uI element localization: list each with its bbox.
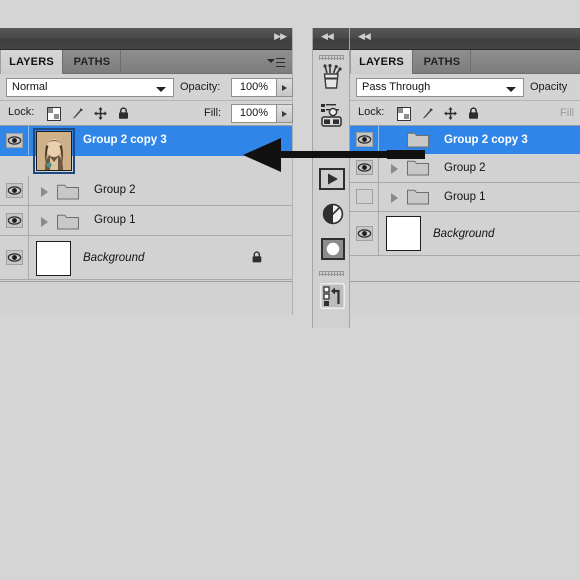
eye-icon (357, 229, 372, 238)
left-panel-titlebar[interactable]: ▶▶ (0, 28, 292, 50)
layer-thumbnail-white[interactable] (386, 216, 421, 251)
layer-thumbnail-white[interactable] (36, 241, 71, 276)
layer-name: Background (83, 252, 145, 264)
layer-thumbnail-portrait[interactable] (36, 131, 72, 171)
folder-icon (57, 214, 79, 235)
table-row[interactable]: Group 1 (0, 206, 292, 236)
chevron-down-icon (506, 87, 516, 92)
table-row[interactable]: Background (0, 236, 292, 280)
left-panel-tabbar: LAYERS PATHS (0, 50, 292, 74)
layer-name: Background (433, 228, 495, 240)
left-lock-row: Lock: Fill: 100% (0, 101, 293, 126)
eye-toggle[interactable] (356, 189, 373, 204)
layer-name: Group 1 (444, 191, 486, 203)
tab-paths-right[interactable]: PATHS (414, 50, 471, 74)
opacity-stepper-left[interactable] (277, 78, 293, 97)
blend-mode-value-right: Pass Through (362, 81, 431, 93)
right-blend-opacity-row: Pass Through Opacity (350, 74, 580, 101)
visibility-cell[interactable] (0, 176, 29, 205)
eye-toggle[interactable] (6, 133, 23, 148)
eye-icon (7, 136, 22, 145)
menu-line (276, 66, 285, 67)
visibility-cell[interactable] (0, 126, 29, 155)
screenshot-root: ▶▶ LAYERS PATHS Normal Opacity: 100% Loc… (0, 0, 580, 580)
lock-all-padlock-icon[interactable] (466, 106, 481, 121)
eye-icon (7, 186, 22, 195)
opacity-input-left[interactable]: 100% (231, 78, 277, 97)
table-row[interactable]: Group 2 (0, 176, 292, 206)
lock-label-left: Lock: (8, 106, 35, 118)
chevron-down-icon (156, 87, 166, 92)
visibility-cell[interactable] (0, 206, 29, 235)
blend-mode-select-left[interactable]: Normal (6, 78, 174, 97)
drag-grip[interactable] (319, 55, 344, 60)
tool-presets-icon[interactable] (320, 102, 344, 133)
lock-transparency-icon[interactable] (47, 107, 61, 121)
lock-label-right: Lock: (358, 106, 385, 118)
history-undo-icon[interactable] (320, 283, 345, 314)
lock-position-move-icon[interactable] (443, 106, 458, 121)
visibility-cell[interactable] (350, 212, 379, 255)
right-panel-tabbar: LAYERS PATHS (350, 50, 580, 74)
padlock-icon (250, 250, 264, 270)
folder-icon (57, 184, 79, 205)
tool-column-titlebar[interactable]: ◀◀ (313, 28, 349, 50)
visibility-cell[interactable] (350, 183, 379, 211)
layer-name: Group 1 (94, 214, 136, 226)
lock-all-padlock-icon[interactable] (116, 106, 131, 121)
fill-label-right: Fill (560, 107, 575, 119)
disclosure-triangle-icon[interactable] (41, 187, 48, 197)
table-row[interactable]: Background (350, 212, 580, 256)
eye-toggle[interactable] (6, 250, 23, 265)
fill-stepper-left[interactable] (277, 104, 293, 123)
tab-layers-left[interactable]: LAYERS (0, 50, 63, 74)
left-blend-opacity-row: Normal Opacity: 100% (0, 74, 293, 101)
menu-line (276, 62, 285, 63)
opacity-label-left: Opacity: (180, 81, 221, 93)
layer-name: Group 2 (94, 184, 136, 196)
lock-image-pixels-brush-icon[interactable] (420, 106, 435, 121)
chevron-down-icon (267, 59, 275, 63)
lock-transparency-icon[interactable] (397, 107, 411, 121)
brushes-panel-icon[interactable] (320, 64, 344, 97)
fill-label-left: Fill: (204, 107, 222, 119)
right-panel-titlebar[interactable]: ◀◀ (350, 28, 580, 50)
double-chevron-left-icon[interactable]: ◀◀ (321, 33, 334, 42)
visibility-cell[interactable] (0, 236, 29, 279)
annotation-arrow-icon (243, 138, 425, 172)
lock-position-move-icon[interactable] (93, 106, 108, 121)
eye-icon (7, 253, 22, 262)
opacity-label-right: Opacity (530, 81, 568, 93)
tab-layers-right[interactable]: LAYERS (350, 50, 413, 74)
layer-name: Group 2 copy 3 (444, 134, 528, 146)
eye-icon (7, 216, 22, 225)
tab-paths-left[interactable]: PATHS (64, 50, 121, 74)
layer-name: Group 2 copy 3 (83, 134, 167, 146)
menu-line (276, 58, 285, 59)
drag-grip[interactable] (319, 271, 344, 276)
docked-tool-column: ◀◀ (312, 28, 350, 328)
masks-circle-icon[interactable] (321, 238, 345, 265)
right-panel-footer (350, 281, 580, 316)
layer-name: Group 2 (444, 162, 486, 174)
double-chevron-left-icon[interactable]: ◀◀ (358, 33, 371, 42)
disclosure-triangle-icon[interactable] (391, 193, 398, 203)
half-circle-adjustment-icon[interactable] (322, 203, 344, 230)
table-row[interactable]: Group 1 (350, 183, 580, 212)
blend-mode-value-left: Normal (12, 81, 48, 93)
folder-icon (407, 189, 429, 210)
left-panel-footer (0, 281, 292, 316)
right-lock-row: Lock: Fill (350, 101, 580, 126)
double-chevron-right-icon[interactable]: ▶▶ (274, 33, 287, 42)
fill-input-left[interactable]: 100% (231, 104, 277, 123)
lock-image-pixels-brush-icon[interactable] (70, 106, 85, 121)
eye-toggle[interactable] (356, 226, 373, 241)
blend-mode-select-right[interactable]: Pass Through (356, 78, 524, 97)
eye-toggle[interactable] (6, 213, 23, 228)
eye-toggle[interactable] (6, 183, 23, 198)
disclosure-triangle-icon[interactable] (41, 217, 48, 227)
panel-menu-icon[interactable] (267, 57, 285, 69)
